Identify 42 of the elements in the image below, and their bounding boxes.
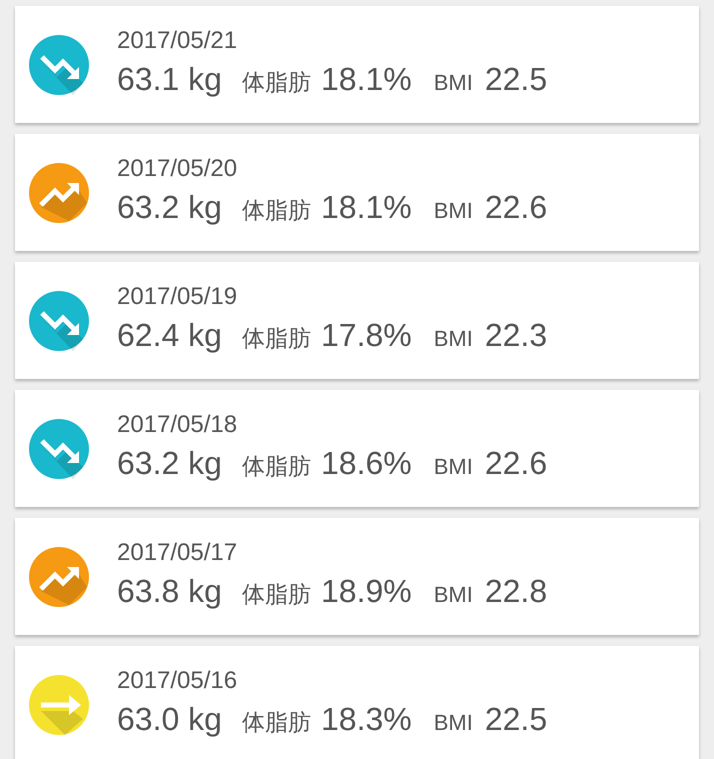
date-text: 2017/05/21 [117, 26, 238, 54]
weight-value: 62.4 kg [117, 316, 222, 354]
body-fat-value: 18.6% [320, 444, 412, 482]
body-fat-value: 18.1% [320, 188, 412, 226]
bmi-label: BMI [434, 708, 473, 736]
body-fat-value: 18.3% [320, 700, 412, 738]
bmi-label: BMI [434, 68, 473, 96]
body-fat-value: 18.9% [320, 572, 412, 610]
bmi-value: 22.5 [484, 700, 548, 738]
body-fat-label: 体脂肪 [242, 196, 311, 224]
bmi-value: 22.3 [484, 316, 548, 354]
body-fat-value: 17.8% [320, 316, 412, 354]
date-text: 2017/05/17 [117, 538, 238, 566]
weight-value: 63.1 kg [117, 60, 222, 98]
date-text: 2017/05/18 [117, 410, 238, 438]
record-card[interactable]: 2017/05/20 63.2 kg 体脂肪 18.1% BMI 22.6 [15, 134, 699, 251]
body-fat-label: 体脂肪 [242, 452, 311, 480]
bmi-value: 22.6 [484, 444, 548, 482]
bmi-label: BMI [434, 324, 473, 352]
bmi-label: BMI [434, 452, 473, 480]
date-text: 2017/05/16 [117, 666, 238, 694]
date-text: 2017/05/19 [117, 282, 238, 310]
bmi-value: 22.6 [484, 188, 548, 226]
weight-value: 63.8 kg [117, 572, 222, 610]
body-fat-label: 体脂肪 [242, 324, 311, 352]
bmi-value: 22.8 [484, 572, 548, 610]
record-card[interactable]: 2017/05/17 63.8 kg 体脂肪 18.9% BMI 22.8 [15, 518, 699, 635]
body-fat-label: 体脂肪 [242, 580, 311, 608]
date-text: 2017/05/20 [117, 154, 238, 182]
record-card[interactable]: 2017/05/18 63.2 kg 体脂肪 18.6% BMI 22.6 [15, 390, 699, 507]
record-card[interactable]: 2017/05/19 62.4 kg 体脂肪 17.8% BMI 22.3 [15, 262, 699, 379]
body-fat-label: 体脂肪 [242, 708, 311, 736]
bmi-value: 22.5 [484, 60, 548, 98]
weight-value: 63.2 kg [117, 444, 222, 482]
body-fat-label: 体脂肪 [242, 68, 311, 96]
record-card[interactable]: 2017/05/16 63.0 kg 体脂肪 18.3% BMI 22.5 [15, 646, 699, 759]
record-card[interactable]: 2017/05/21 63.1 kg 体脂肪 18.1% BMI 22.5 [15, 6, 699, 123]
weight-value: 63.0 kg [117, 700, 222, 738]
bmi-label: BMI [434, 196, 473, 224]
bmi-label: BMI [434, 580, 473, 608]
weight-value: 63.2 kg [117, 188, 222, 226]
body-fat-value: 18.1% [320, 60, 412, 98]
